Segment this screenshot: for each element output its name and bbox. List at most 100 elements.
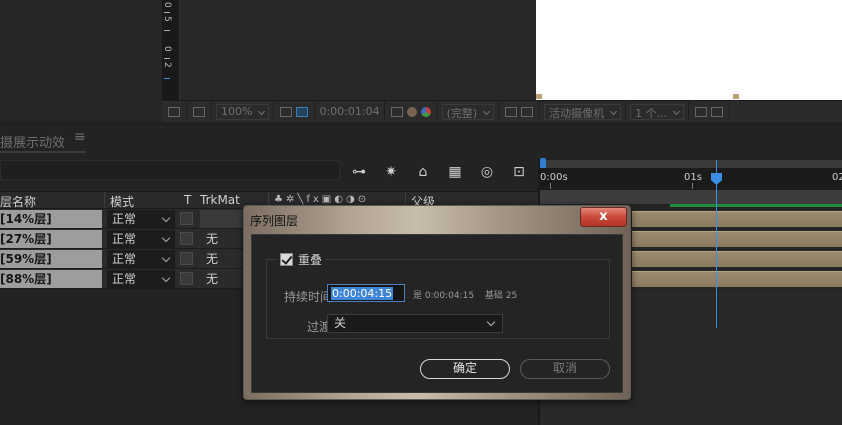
- monitor-toggle[interactable]: [187, 100, 212, 123]
- layer-name[interactable]: [14%层]: [0, 210, 102, 228]
- region-toggle[interactable]: [274, 100, 316, 123]
- time-tick: [550, 183, 551, 189]
- dialog-body: 持续时间: 0:00:04:15 是 0:00:04:15 基础 25 过渡: …: [251, 234, 623, 393]
- camera-select[interactable]: 活动摄像机: [540, 100, 627, 123]
- duration-note: 是 0:00:04:15 基础 25: [413, 288, 525, 301]
- grid-toggle[interactable]: [162, 100, 187, 123]
- cancel-button[interactable]: 取消: [520, 359, 610, 379]
- time-label: 01s: [684, 172, 702, 183]
- blend-mode-select[interactable]: 正常: [107, 270, 175, 288]
- time-navigator[interactable]: [540, 160, 842, 168]
- canvas-handle[interactable]: [536, 94, 542, 99]
- render-cache-bar: [670, 204, 842, 207]
- col-t: T: [184, 193, 192, 207]
- preserve-transparency-checkbox[interactable]: [180, 212, 193, 225]
- trkmat-select[interactable]: 无: [200, 230, 244, 248]
- grid-icon: [168, 106, 180, 117]
- duration-equals: 是 0:00:04:15: [413, 291, 475, 301]
- viewer-toolbar: 100% 0:00:01:04 (完整) 活动摄像机 1 个...: [162, 100, 842, 123]
- layer-name[interactable]: [27%层]: [0, 230, 102, 248]
- layer-name[interactable]: [88%层]: [0, 270, 102, 288]
- time-label: 0:00s: [540, 172, 568, 183]
- close-button[interactable]: x: [580, 207, 627, 227]
- trkmat-select[interactable]: 无: [200, 270, 244, 288]
- ruler-marker: [164, 78, 170, 79]
- transparency-icon: [521, 106, 534, 117]
- snapshot-buttons[interactable]: [385, 100, 438, 123]
- resolution-select[interactable]: (完整): [438, 100, 500, 123]
- duration-input[interactable]: 0:00:04:15: [327, 284, 405, 302]
- ruler-tick: [164, 12, 170, 13]
- views-value: 1 个...: [630, 103, 685, 120]
- camera-icon: [390, 106, 403, 117]
- zoom-select[interactable]: 100%: [212, 100, 275, 123]
- layout-icon: [695, 106, 708, 117]
- layer-duration-bar[interactable]: [632, 211, 842, 227]
- snapshot-icon: [406, 106, 417, 117]
- blend-mode-select[interactable]: 正常: [107, 250, 175, 268]
- ruler-digit: 0: [162, 2, 172, 8]
- ruler-tick: [164, 30, 170, 31]
- layer-search-input[interactable]: [0, 160, 340, 180]
- trkmat-select[interactable]: [200, 210, 244, 228]
- time-label: 02: [832, 172, 842, 183]
- layer-name[interactable]: [59%层]: [0, 250, 102, 268]
- timeline-tab-bar: 摄展示动效 ≡: [0, 124, 842, 154]
- time-tick: [692, 183, 693, 189]
- zoom-value: 100%: [216, 103, 270, 120]
- graph-editor-icon[interactable]: ⊡: [510, 164, 528, 180]
- work-area-bar[interactable]: [540, 190, 842, 204]
- frame-blending-icon[interactable]: ▦: [446, 164, 464, 180]
- ruler-tick: [164, 58, 170, 59]
- time-ruler[interactable]: 0:00s 01s 02: [540, 168, 842, 190]
- view-options[interactable]: [689, 100, 731, 123]
- comp-flowchart-icon[interactable]: ⊶: [350, 164, 368, 180]
- ruler-digit: 2: [162, 62, 172, 68]
- transition-select[interactable]: 关: [327, 314, 503, 333]
- current-time[interactable]: 0:00:01:04: [315, 100, 385, 123]
- col-mode[interactable]: 模式: [110, 193, 134, 210]
- layer-duration-bar[interactable]: [632, 231, 842, 247]
- dialog-title: 序列图层: [250, 214, 299, 228]
- switch-icons: ♣✲╲fx▣◐◑⊙: [274, 194, 370, 205]
- ok-button[interactable]: 确定: [420, 359, 510, 379]
- overlap-label: 重叠: [298, 253, 323, 267]
- col-layer-name[interactable]: 层名称: [0, 193, 36, 210]
- draft-3d-icon[interactable]: ✷: [382, 164, 400, 180]
- roi-icon: [505, 106, 518, 117]
- checkbox-checked-icon: [280, 253, 293, 266]
- sequence-layers-dialog: 序列图层 x 持续时间: 0:00:04:15 是 0:00:04:15 基础 …: [243, 205, 631, 400]
- monitor-icon: [193, 106, 205, 117]
- overlap-group: 持续时间: 0:00:04:15 是 0:00:04:15 基础 25 过渡: …: [266, 259, 610, 339]
- trkmat-select[interactable]: 无: [200, 250, 244, 268]
- roi-toggle[interactable]: [499, 100, 541, 123]
- preserve-transparency-checkbox[interactable]: [180, 232, 193, 245]
- ruler-digit: 5: [162, 16, 172, 22]
- pixel-aspect-icon: [711, 106, 724, 117]
- duration-base: 基础 25: [484, 291, 518, 301]
- playhead-line: [716, 160, 717, 328]
- layer-duration-bar[interactable]: [632, 271, 842, 287]
- comp-canvas[interactable]: [536, 0, 842, 100]
- region-icon: [280, 106, 293, 117]
- preserve-transparency-checkbox[interactable]: [180, 272, 193, 285]
- panel-menu-icon[interactable]: ≡: [74, 129, 86, 145]
- canvas-handle[interactable]: [733, 94, 739, 99]
- camera-value: 活动摄像机: [544, 103, 622, 120]
- views-select[interactable]: 1 个...: [626, 100, 690, 123]
- timeline-tab[interactable]: 摄展示动效: [0, 132, 65, 151]
- blend-mode-select[interactable]: 正常: [107, 230, 175, 248]
- tab-underline: [0, 151, 86, 153]
- preserve-transparency-checkbox[interactable]: [180, 252, 193, 265]
- timeline-switches: ⊶ ✷ ⌂ ▦ ◎ ⊡: [350, 160, 528, 184]
- motion-blur-icon[interactable]: ◎: [478, 164, 496, 180]
- ruler-digit: 0: [162, 46, 172, 52]
- layer-duration-bar[interactable]: [632, 251, 842, 267]
- transparency-grid-icon: [296, 106, 309, 117]
- resolution-value: (完整): [441, 103, 495, 120]
- overlap-checkbox[interactable]: 重叠: [276, 251, 327, 268]
- col-trkmat[interactable]: TrkMat: [200, 193, 240, 207]
- shy-layers-icon[interactable]: ⌂: [414, 164, 432, 180]
- blend-mode-select[interactable]: 正常: [107, 210, 175, 228]
- color-channel-icon: [420, 106, 431, 117]
